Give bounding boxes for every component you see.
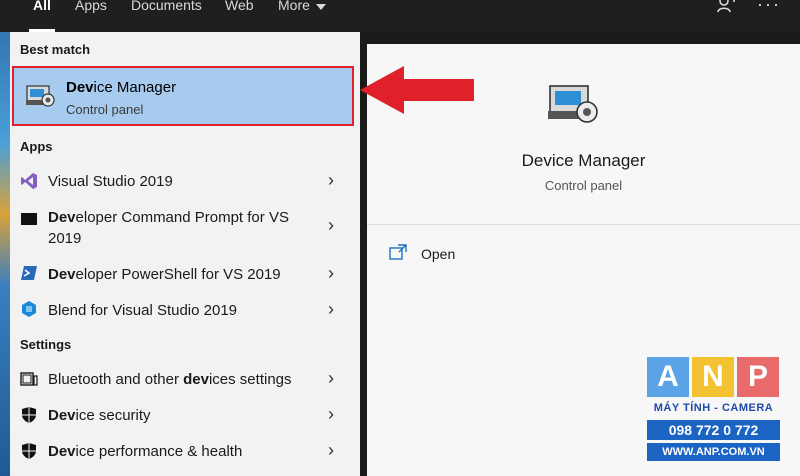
tab-more[interactable]: More [278,0,326,32]
open-label: Open [421,246,456,262]
tab-apps[interactable]: Apps [75,0,107,32]
bluetooth-devices-icon [20,372,38,386]
visual-studio-icon [21,173,37,189]
section-best-match: Best match [20,42,91,57]
open-icon [389,244,407,260]
setting-device-performance-health[interactable]: Device performance & health › [10,433,360,469]
command-prompt-icon [21,213,37,225]
search-results-panel: Best match Device Manager Control panel … [10,32,360,476]
list-item-label-line2: 2019 [48,230,82,247]
logo-website: WWW.ANP.COM.VN [647,443,780,461]
list-item-label: Developer PowerShell for VS 2019 [48,266,281,283]
app-developer-powershell[interactable]: Developer PowerShell for VS 2019 › [10,256,360,292]
list-item-label: Device security [48,407,151,424]
chevron-right-icon[interactable]: › [328,440,334,461]
chevron-right-icon[interactable]: › [328,404,334,425]
chevron-right-icon[interactable]: › [328,368,334,389]
search-scope-tabs: All Apps Documents Web More ··· [0,0,800,32]
app-blend-for-visual-studio[interactable]: Blend for Visual Studio 2019 › [10,292,360,328]
chevron-down-icon [315,4,326,10]
logo-letter-a: A [647,357,689,397]
more-options-icon[interactable]: ··· [757,0,781,15]
blend-icon [22,301,36,317]
desktop-background [0,0,10,476]
chevron-right-icon[interactable]: › [328,215,334,236]
setting-device-security[interactable]: Device security › [10,397,360,433]
device-manager-icon [548,85,598,123]
tab-web[interactable]: Web [225,0,254,32]
list-item-label: Blend for Visual Studio 2019 [48,302,238,319]
tab-all[interactable]: All [29,0,55,32]
red-arrow-annotation [360,66,474,114]
device-manager-icon [26,85,55,107]
preview-divider [367,224,800,225]
list-item-label: Bluetooth and other devices settings [48,371,292,388]
app-developer-command-prompt[interactable]: Developer Command Prompt for VS 2019 › [10,201,360,251]
chevron-right-icon[interactable]: › [328,299,334,320]
chevron-right-icon[interactable]: › [328,263,334,284]
preview-title: Device Manager [521,151,646,170]
shield-icon [22,443,36,459]
preview-subtitle: Control panel [544,178,623,193]
logo-letters: A N P [647,357,780,397]
powershell-icon [21,266,37,280]
feedback-icon[interactable] [716,0,736,19]
list-item-label: Visual Studio 2019 [48,173,173,190]
best-match-title: Device Manager [66,79,177,96]
logo-phone: 098 772 0 772 [647,420,780,440]
best-match-subtitle: Control panel [66,102,144,117]
logo-letter-p: P [737,357,779,397]
section-apps: Apps [20,139,53,154]
app-visual-studio-2019[interactable]: Visual Studio 2019 › [10,163,360,199]
tab-documents[interactable]: Documents [131,0,202,32]
section-settings: Settings [20,337,72,352]
logo-tagline: MÁY TÍNH - CAMERA [653,402,774,414]
logo-letter-n: N [692,357,734,397]
best-match-device-manager[interactable]: Device Manager Control panel [12,66,354,126]
anp-watermark-logo: A N P MÁY TÍNH - CAMERA 098 772 0 772 WW… [647,357,780,465]
chevron-right-icon[interactable]: › [328,170,334,191]
list-item-label: Developer Command Prompt for VS [48,209,289,226]
setting-bluetooth-devices[interactable]: Bluetooth and other devices settings › [10,361,360,397]
list-item-label: Device performance & health [48,443,243,460]
shield-icon [22,407,36,423]
